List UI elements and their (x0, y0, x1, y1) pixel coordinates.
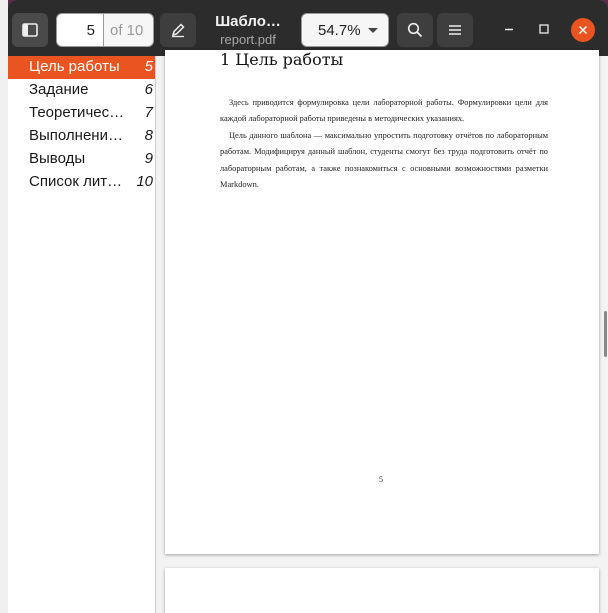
outline-item-label: Задание (29, 81, 89, 98)
document-viewer-window: 5 of 10 Шабло… report.pdf 54.7% Цель раб… (8, 0, 608, 613)
outline-item-page: 10 (136, 173, 153, 190)
chevron-down-icon (368, 28, 378, 33)
paragraph: Здесь приводится формулировка цели лабор… (220, 98, 548, 124)
outline-item-task[interactable]: Задание 6 (8, 79, 155, 102)
outline-item-references[interactable]: Список лит… 10 (8, 171, 155, 194)
sidebar-toggle-button[interactable] (12, 13, 48, 47)
pdf-page-next (165, 568, 599, 613)
main-menu-button[interactable] (437, 13, 473, 47)
document-title: Шабло… (215, 13, 281, 30)
pdf-page: 1 Цель работы Здесь приводится формулиро… (165, 50, 599, 554)
outline-item-page: 8 (144, 127, 153, 144)
maximize-button[interactable] (532, 17, 556, 41)
hamburger-menu-icon (449, 25, 461, 35)
minimize-button[interactable] (497, 17, 521, 41)
outline-item-page: 9 (144, 150, 153, 167)
window-title: Шабло… report.pdf (208, 13, 288, 47)
page-total-label: of 10 (104, 13, 154, 47)
desktop-background (0, 0, 8, 613)
paragraph: Цель данного шаблона — максимально упрос… (220, 131, 548, 189)
outline-item-label: Выполнени… (29, 127, 123, 144)
outline-item-theory[interactable]: Теоретичес… 7 (8, 102, 155, 125)
outline-item-label: Список лит… (29, 173, 123, 190)
close-button[interactable] (571, 18, 595, 42)
outline-item-page: 5 (144, 58, 153, 75)
maximize-icon (539, 24, 549, 34)
close-icon (578, 25, 588, 35)
section-heading: 1 Цель работы (220, 50, 344, 69)
vertical-scrollbar[interactable] (604, 311, 607, 357)
header-bar: 5 of 10 Шабло… report.pdf 54.7% (8, 0, 608, 56)
outline-item-label: Цель работы (29, 58, 120, 75)
outline-item-label: Теоретичес… (29, 104, 125, 121)
search-icon (407, 22, 423, 38)
document-filename: report.pdf (220, 32, 276, 47)
outline-item-execution[interactable]: Выполнени… 8 (8, 125, 155, 148)
annotate-button[interactable] (160, 13, 196, 47)
outline-item-page: 6 (144, 81, 153, 98)
outline-item-goal[interactable]: Цель работы 5 (8, 56, 155, 79)
page-number-input[interactable]: 5 (56, 13, 104, 47)
outline-item-page: 7 (144, 104, 153, 121)
pencil-icon (171, 23, 185, 38)
outline-sidebar: Цель работы 5 Задание 6 Теоретичес… 7 Вы… (8, 56, 156, 613)
zoom-dropdown[interactable]: 54.7% (301, 13, 389, 47)
outline-item-conclusions[interactable]: Выводы 9 (8, 148, 155, 171)
search-button[interactable] (397, 13, 433, 47)
document-view[interactable]: 1 Цель работы Здесь приводится формулиро… (156, 50, 608, 613)
sidebar-icon (22, 23, 38, 37)
outline-item-label: Выводы (29, 150, 86, 167)
minimize-icon (505, 28, 513, 31)
page-number-footer: 5 (379, 475, 383, 484)
zoom-value: 54.7% (318, 22, 361, 39)
